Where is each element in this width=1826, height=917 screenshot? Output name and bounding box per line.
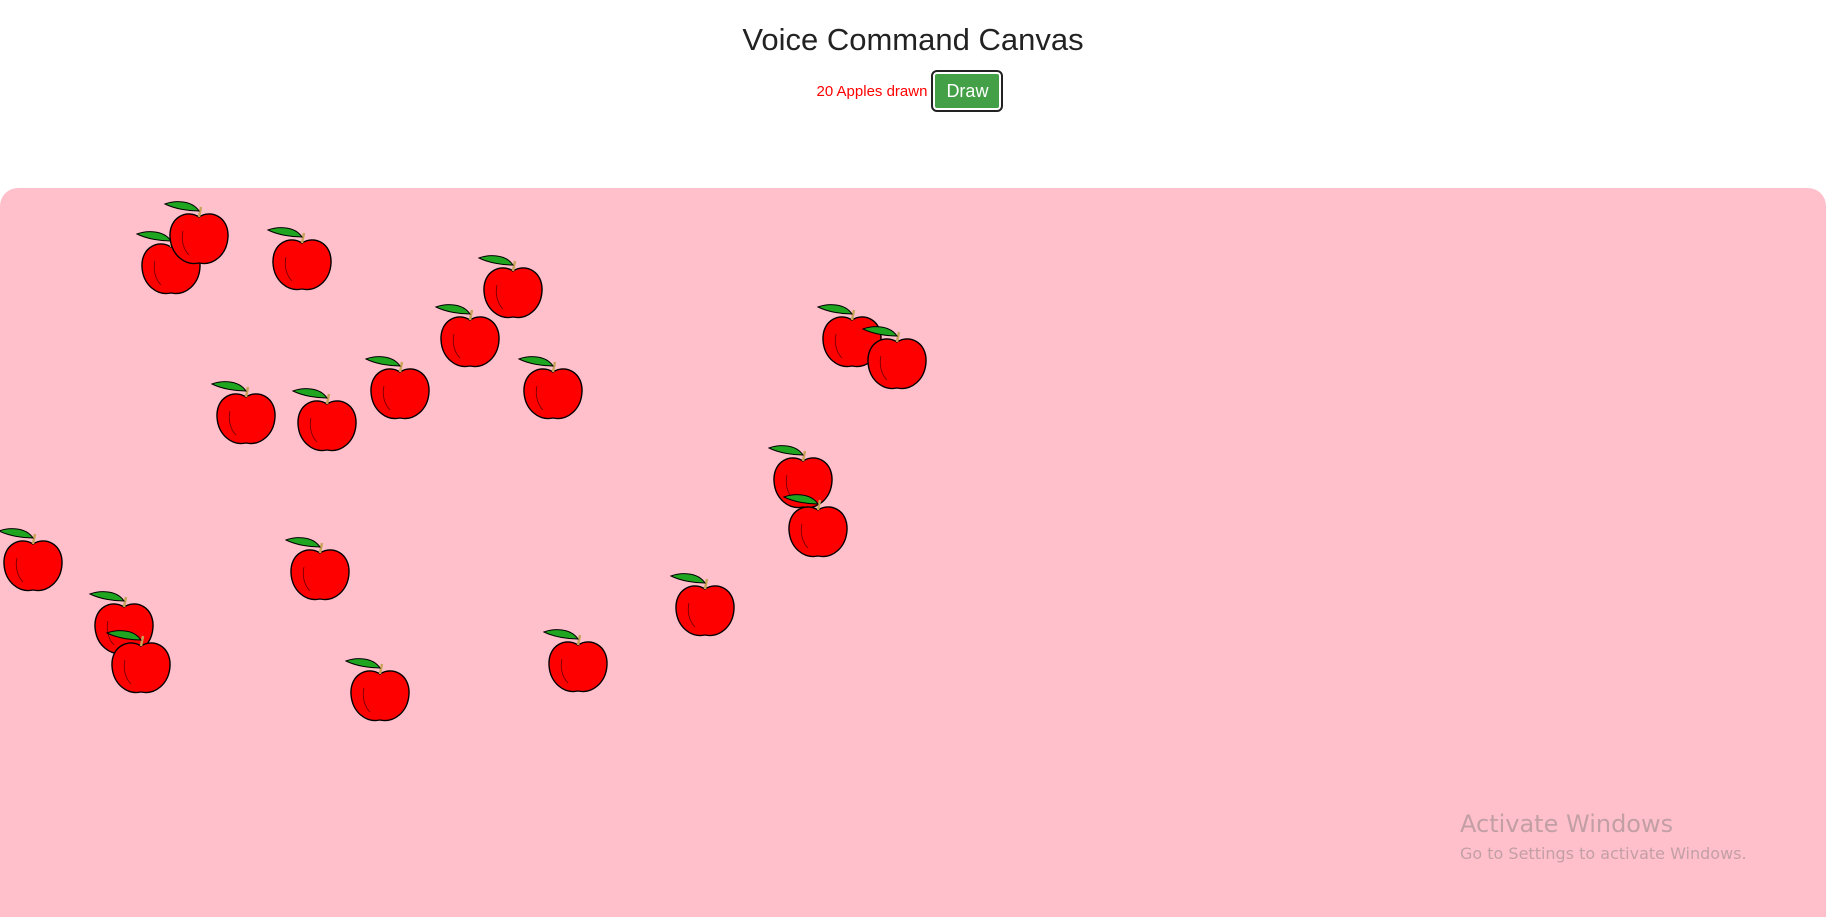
apple-6: [210, 380, 277, 445]
page-title: Voice Command Canvas: [742, 22, 1084, 57]
drawing-canvas[interactable]: Activate Windows Go to Settings to activ…: [0, 188, 1826, 917]
apple-14: [0, 527, 64, 592]
controls-bar: 20 Apples drawn Draw: [0, 70, 1826, 112]
activate-windows-watermark: Activate Windows Go to Settings to activ…: [1460, 810, 1747, 863]
apple-15: [284, 536, 351, 601]
apple-8: [364, 355, 431, 420]
apple-19: [542, 628, 609, 693]
apple-drawing-layer: [0, 200, 928, 722]
apple-4: [477, 254, 544, 319]
apple-3: [266, 226, 333, 291]
apple-count-status: 20 Apples drawn: [816, 82, 928, 100]
draw-button[interactable]: Draw: [931, 70, 1004, 112]
apple-7: [291, 387, 358, 452]
apple-20: [669, 572, 736, 637]
apple-5: [434, 303, 501, 368]
watermark-title: Activate Windows: [1460, 810, 1674, 838]
apple-18: [344, 657, 411, 722]
watermark-subtitle: Go to Settings to activate Windows.: [1460, 844, 1747, 863]
apple-9: [517, 355, 584, 420]
